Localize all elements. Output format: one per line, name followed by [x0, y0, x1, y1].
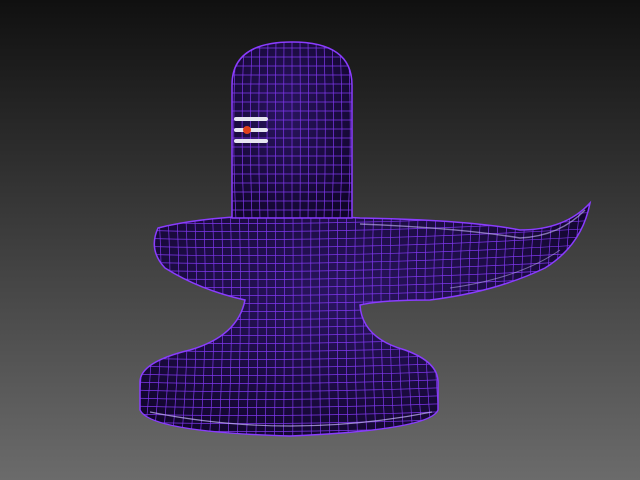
tilak-stripe — [234, 117, 268, 121]
tilak-marking — [234, 117, 268, 143]
tilak-dot — [243, 126, 251, 134]
base-mesh — [139, 200, 592, 437]
tilak-stripe — [234, 139, 268, 143]
3d-viewport[interactable] — [0, 0, 640, 480]
lingam-model[interactable] — [0, 0, 640, 480]
